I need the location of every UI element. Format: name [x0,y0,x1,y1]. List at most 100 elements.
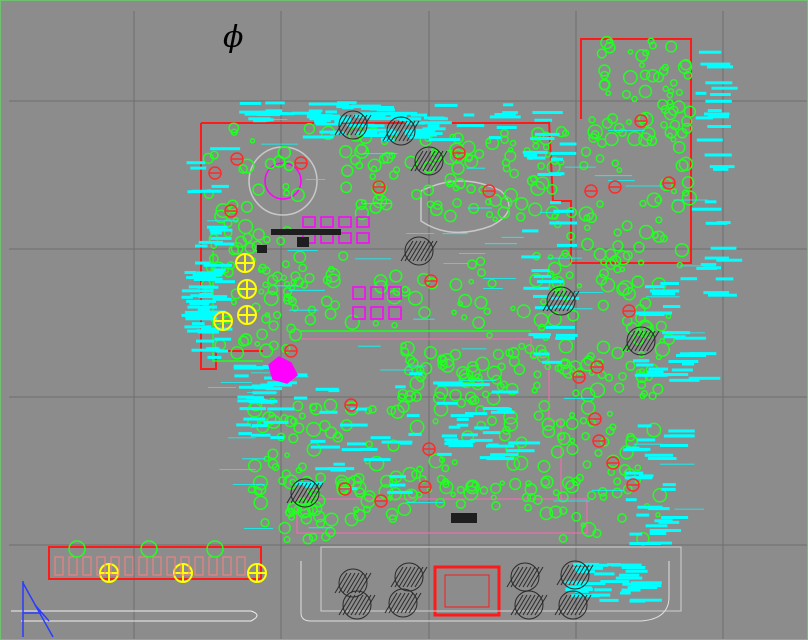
annotation-text [533,274,551,278]
annotation-text [428,138,461,142]
annotation-text [532,111,563,114]
shrub-symbol [397,502,412,517]
planter-box [388,306,402,320]
shrub-symbol [639,297,652,310]
annotation-text [534,132,560,136]
annotation-text [363,458,391,462]
planter-slot [68,556,78,576]
annotation-text [637,424,652,428]
annotation-text [659,444,689,447]
annotation-text [707,125,731,128]
entrance-planter-row [54,556,246,576]
shrub-symbol [315,472,326,484]
shrub-symbol [387,290,402,305]
shrub-symbol [565,271,574,280]
landscape-site-plan[interactable] [1,1,807,639]
shrub-symbol [244,242,257,255]
annotation-text [368,117,396,121]
shrub-symbol [668,88,675,95]
annotation-text [315,122,341,126]
shrub-symbol [579,416,588,425]
shrub-symbol [349,154,361,166]
annotation-text [619,573,640,577]
shrub-symbol [418,306,431,319]
annotation-text [387,490,413,494]
annotation-text [198,240,223,244]
shrub-symbol [621,89,631,99]
annotation-text [210,147,241,151]
shrub-symbol [621,220,633,232]
shrub-symbol [627,49,634,55]
shrub-symbol [340,181,353,194]
shrub-symbol [492,216,498,222]
shrub-symbol [547,254,554,260]
annotation-text [251,424,268,428]
annotation-text [607,563,621,567]
tree-hatched [334,568,372,598]
shrub-symbol [533,410,544,421]
annotation-text [555,333,578,337]
shrub-symbol [252,183,265,196]
shrub-symbol [606,38,612,45]
annotation-text [689,352,717,356]
planter-slot [236,556,246,576]
tree-hatched [338,590,376,620]
cad-drawing-viewport[interactable]: ϕ [0,0,808,640]
annotation-text [556,243,578,247]
shrub-symbol [665,313,672,320]
planter-box [352,306,366,320]
shrub-symbol [339,144,353,159]
shrub-symbol [320,295,333,308]
annotation-text [340,423,368,427]
annotation-text [698,50,722,54]
shrub-symbol [583,224,591,232]
shrub-symbol [646,192,662,208]
shrub-symbol [558,338,574,354]
shrub-symbol [492,348,504,360]
annotation-text [490,410,515,414]
annotation-text [704,200,717,204]
shrub-symbol [604,373,614,382]
annotation-text [427,126,440,130]
annotation-text [195,244,208,248]
shrub-symbol [407,290,423,306]
shrub-symbol [625,118,632,126]
annotation-text [594,572,615,576]
annotation-text [523,153,538,157]
shrub-symbol [302,533,314,545]
shrub-symbol [655,320,667,332]
annotation-text [559,142,577,146]
annotation-text [649,532,667,535]
annotation-text [634,373,667,377]
shrub-symbol [670,136,677,143]
annotation-text [181,295,193,299]
annotation-text [463,113,475,117]
shrub-symbol [611,159,620,168]
shrub-symbol [557,491,569,503]
shrub-symbol [537,162,546,171]
shrub-symbol [547,261,562,276]
annotation-text [233,366,264,370]
annotation-text [264,112,295,116]
annotation-text [482,431,501,435]
annotation-text [550,151,577,155]
annotation-text [197,285,219,289]
planter-box [370,306,384,320]
shrub-symbol [509,168,519,179]
shrub-symbol [369,173,377,180]
annotation-text [688,376,721,380]
annotation-text [267,407,295,411]
annotation-text [662,373,673,377]
shrub-symbol [452,198,462,208]
annotation-text [630,584,662,588]
annotation-text [310,445,340,449]
annotation-text [293,396,308,400]
shrub-symbol [598,78,611,91]
shrub-symbol [670,188,678,195]
annotation-text [461,433,478,437]
shrub-symbol [669,78,678,87]
shrub-symbol [514,196,529,211]
annotation-text [470,438,493,442]
annotation-text [644,285,665,289]
shrub-symbol [325,526,336,538]
